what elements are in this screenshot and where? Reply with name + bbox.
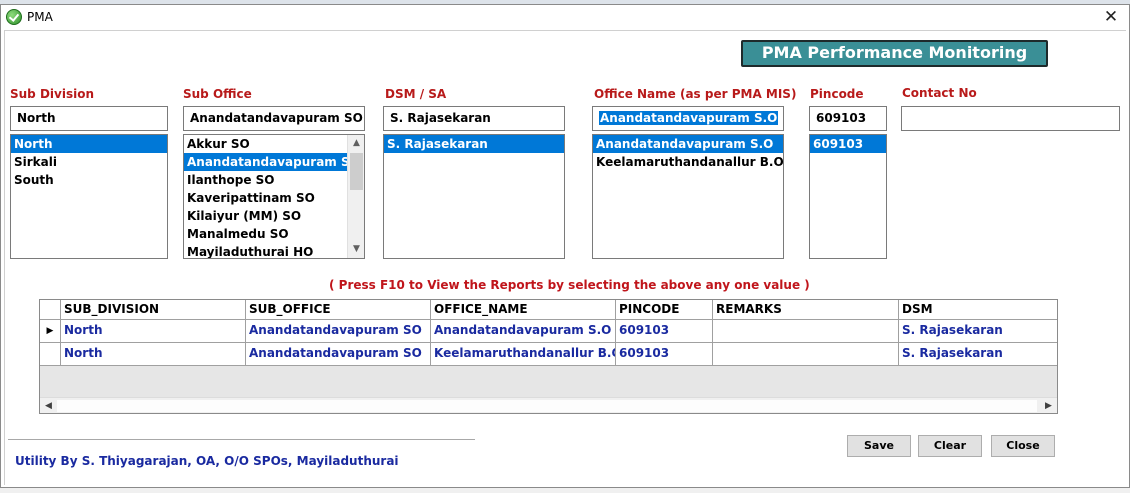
- pincode-value: 609103: [816, 111, 867, 125]
- sub-office-value: Anandatandavapuram SO: [190, 111, 363, 125]
- pincode-option[interactable]: 609103: [810, 135, 886, 153]
- column-header[interactable]: SUB_OFFICE: [246, 300, 431, 319]
- table-cell[interactable]: North: [61, 343, 246, 365]
- title-bar: PMA ✕: [1, 5, 1129, 30]
- sub-office-list[interactable]: Akkur SO Anandatandavapuram SO Ilanthope…: [183, 134, 365, 259]
- sub-division-input[interactable]: North: [10, 106, 168, 131]
- office-name-label: Office Name (as per PMA MIS): [594, 87, 797, 101]
- office-name-option[interactable]: Keelamaruthandanallur B.O: [593, 153, 783, 171]
- footer-divider: [8, 439, 475, 440]
- table-row[interactable]: ▶ North Anandatandavapuram SO Anandatand…: [40, 320, 1057, 343]
- table-cell[interactable]: 609103: [616, 343, 713, 365]
- pincode-label: Pincode: [810, 87, 864, 101]
- sub-office-option[interactable]: Ilanthope SO: [184, 171, 347, 189]
- sub-division-label: Sub Division: [10, 87, 95, 101]
- sub-division-value: North: [17, 111, 56, 125]
- sub-office-scrollbar[interactable]: ▲ ▼: [347, 135, 364, 258]
- scroll-left-arrow-icon[interactable]: ◀: [40, 398, 57, 414]
- contact-no-input[interactable]: [901, 106, 1120, 131]
- column-header[interactable]: REMARKS: [713, 300, 899, 319]
- grid-horizontal-scrollbar[interactable]: ◀ ▶: [40, 397, 1057, 413]
- office-name-value: Anandatandavapuram S.O: [599, 111, 779, 125]
- row-selector[interactable]: [40, 343, 61, 365]
- dsm-sa-label: DSM / SA: [385, 87, 447, 101]
- dsm-sa-option[interactable]: S. Rajasekaran: [384, 135, 564, 153]
- table-cell[interactable]: Anandatandavapuram SO: [246, 320, 431, 342]
- sub-office-option[interactable]: Kaveripattinam SO: [184, 189, 347, 207]
- sub-office-option[interactable]: Kilaiyur (MM) SO: [184, 207, 347, 225]
- table-cell[interactable]: Keelamaruthandanallur B.O: [431, 343, 616, 365]
- column-header[interactable]: OFFICE_NAME: [431, 300, 616, 319]
- scroll-thumb[interactable]: [350, 153, 363, 190]
- table-cell[interactable]: North: [61, 320, 246, 342]
- grid-corner-cell: [40, 300, 61, 319]
- table-cell[interactable]: Anandatandavapuram S.O: [431, 320, 616, 342]
- row-selector-arrow-icon[interactable]: ▶: [40, 320, 61, 342]
- dsm-sa-list[interactable]: S. Rajasekaran: [383, 134, 565, 259]
- sub-division-option[interactable]: North: [11, 135, 167, 153]
- sub-division-list[interactable]: North Sirkali South: [10, 134, 168, 259]
- table-cell[interactable]: S. Rajasekaran: [899, 343, 1057, 365]
- office-name-list[interactable]: Anandatandavapuram S.O Keelamaruthandana…: [592, 134, 784, 259]
- table-cell[interactable]: [713, 343, 899, 365]
- f10-hint: ( Press F10 to View the Reports by selec…: [329, 278, 810, 292]
- sub-division-option[interactable]: South: [11, 171, 167, 189]
- column-header[interactable]: PINCODE: [616, 300, 713, 319]
- footer-credit: Utility By S. Thiyagarajan, OA, O/O SPOs…: [15, 454, 399, 468]
- results-grid[interactable]: SUB_DIVISION SUB_OFFICE OFFICE_NAME PINC…: [39, 299, 1058, 414]
- scroll-right-arrow-icon[interactable]: ▶: [1040, 398, 1057, 414]
- sub-division-option[interactable]: Sirkali: [11, 153, 167, 171]
- table-row[interactable]: North Anandatandavapuram SO Keelamarutha…: [40, 343, 1057, 366]
- column-header[interactable]: DSM: [899, 300, 1057, 319]
- sub-office-option[interactable]: Akkur SO: [184, 135, 347, 153]
- column-header[interactable]: SUB_DIVISION: [61, 300, 246, 319]
- dsm-sa-input[interactable]: S. Rajasekaran: [383, 106, 565, 131]
- close-button[interactable]: Close: [991, 435, 1055, 457]
- grid-header-row: SUB_DIVISION SUB_OFFICE OFFICE_NAME PINC…: [40, 300, 1057, 320]
- scroll-thumb[interactable]: [57, 400, 1037, 412]
- sub-office-option[interactable]: Manalmedu SO: [184, 225, 347, 243]
- window-title: PMA: [27, 10, 53, 24]
- scroll-down-arrow-icon[interactable]: ▼: [348, 241, 364, 258]
- form-client: PMA Performance Monitoring Sub Division …: [4, 30, 1126, 485]
- banner-title: PMA Performance Monitoring: [741, 40, 1048, 67]
- window-close-button[interactable]: ✕: [1101, 6, 1121, 28]
- sub-office-label: Sub Office: [183, 87, 252, 101]
- table-cell[interactable]: [713, 320, 899, 342]
- scroll-up-arrow-icon[interactable]: ▲: [348, 135, 364, 152]
- table-cell[interactable]: Anandatandavapuram SO: [246, 343, 431, 365]
- table-cell[interactable]: 609103: [616, 320, 713, 342]
- pma-window: PMA ✕ PMA Performance Monitoring Sub Div…: [0, 4, 1130, 488]
- pincode-input[interactable]: 609103: [809, 106, 887, 131]
- clear-button[interactable]: Clear: [918, 435, 982, 457]
- sub-office-option[interactable]: Anandatandavapuram SO: [184, 153, 360, 171]
- app-check-icon: [6, 9, 22, 25]
- office-name-option[interactable]: Anandatandavapuram S.O: [593, 135, 783, 153]
- table-cell[interactable]: S. Rajasekaran: [899, 320, 1057, 342]
- contact-no-label: Contact No: [902, 86, 977, 100]
- sub-office-option[interactable]: Mayiladuthurai HO: [184, 243, 347, 258]
- dsm-sa-value: S. Rajasekaran: [390, 111, 491, 125]
- sub-office-input[interactable]: Anandatandavapuram SO: [183, 106, 365, 131]
- office-name-input[interactable]: Anandatandavapuram S.O: [592, 106, 784, 131]
- pincode-list[interactable]: 609103: [809, 134, 887, 259]
- save-button[interactable]: Save: [847, 435, 911, 457]
